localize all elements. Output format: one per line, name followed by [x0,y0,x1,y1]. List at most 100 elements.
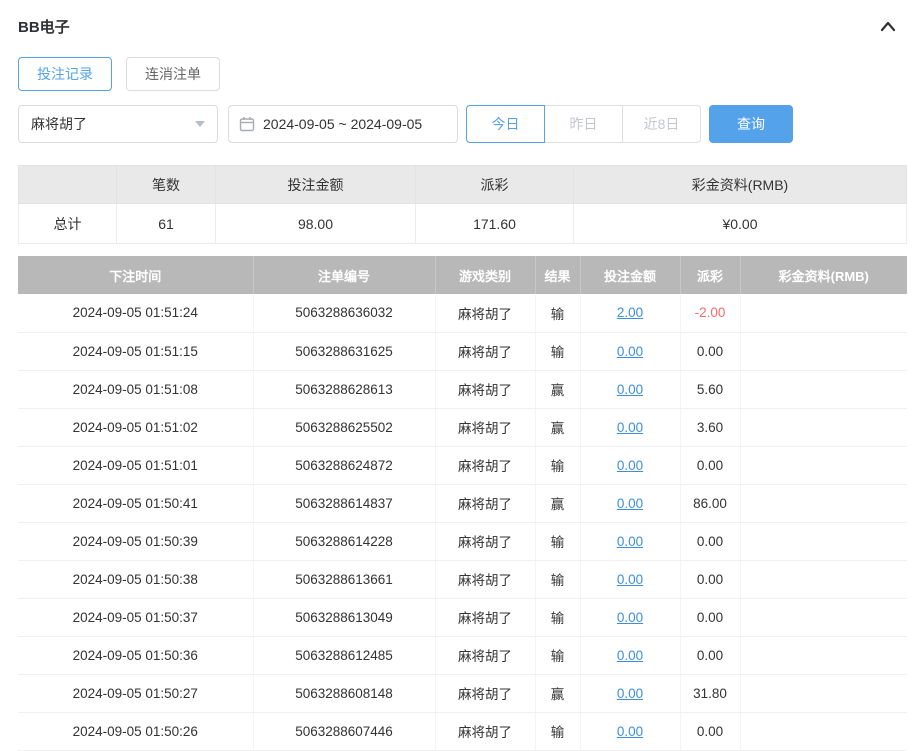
table-row: 2024-09-05 01:50:36 5063288612485 麻将胡了 输… [18,636,907,675]
game-select[interactable]: 麻将胡了 [18,105,218,143]
result-cell: 输 [535,560,581,599]
bonus-cell [740,484,907,523]
quick-filter-last8days[interactable]: 近8日 [622,105,701,143]
bet-amount-link[interactable]: 0.00 [617,420,643,435]
game-type-cell: 麻将胡了 [435,408,536,447]
payout-cell: 0.00 [680,598,741,637]
result-cell: 输 [535,294,581,333]
bet-amount-link[interactable]: 0.00 [617,534,643,549]
bet-amount-link[interactable]: 0.00 [617,724,643,739]
bonus-cell [740,674,907,713]
bet-amount-link[interactable]: 0.00 [617,610,643,625]
bet-amount-link[interactable]: 0.00 [617,686,643,701]
bet-amount-cell: 0.00 [580,332,681,371]
bet-table-header-row: 下注时间 注单编号 游戏类别 结果 投注金额 派彩 彩金资料(RMB) [18,256,907,294]
result-cell: 输 [535,598,581,637]
tab-bet-records[interactable]: 投注记录 [18,57,112,91]
game-type-cell: 麻将胡了 [435,332,536,371]
payout-cell: 0.00 [680,446,741,485]
bet-time-cell: 2024-09-05 01:50:39 [18,522,254,561]
table-row: 2024-09-05 01:51:02 5063288625502 麻将胡了 赢… [18,408,907,447]
bet-amount-cell: 2.00 [580,294,681,333]
bet-amount-cell: 0.00 [580,712,681,751]
bet-amount-link[interactable]: 0.00 [617,648,643,663]
bet-amount-link[interactable]: 0.00 [617,382,643,397]
quick-filter-today[interactable]: 今日 [466,105,545,143]
bet-time-cell: 2024-09-05 01:51:08 [18,370,254,409]
table-row: 2024-09-05 01:51:24 5063288636032 麻将胡了 输… [18,294,907,333]
bb-electronics-panel: BB电子 投注记录 连消注单 麻将胡了 2024-09-05 ~ 2024-09… [0,0,915,751]
order-id-cell: 5063288614837 [253,484,436,523]
bet-amount-link[interactable]: 0.00 [617,344,643,359]
result-cell: 赢 [535,408,581,447]
search-button[interactable]: 查询 [709,105,793,143]
summary-header-payout: 派彩 [415,165,574,204]
bet-amount-cell: 0.00 [580,408,681,447]
game-type-cell: 麻将胡了 [435,370,536,409]
bet-amount-cell: 0.00 [580,446,681,485]
bonus-cell [740,598,907,637]
bet-time-cell: 2024-09-05 01:50:41 [18,484,254,523]
game-type-cell: 麻将胡了 [435,636,536,675]
bet-time-cell: 2024-09-05 01:50:37 [18,598,254,637]
payout-cell: 3.60 [680,408,741,447]
date-range-picker[interactable]: 2024-09-05 ~ 2024-09-05 [228,105,458,143]
order-id-cell: 5063288628613 [253,370,436,409]
table-row: 2024-09-05 01:51:15 5063288631625 麻将胡了 输… [18,332,907,371]
bet-amount-link[interactable]: 2.00 [617,305,643,320]
payout-cell: 5.60 [680,370,741,409]
payout-cell: 31.80 [680,674,741,713]
bet-time-cell: 2024-09-05 01:51:01 [18,446,254,485]
bonus-cell [740,522,907,561]
order-id-cell: 5063288624872 [253,446,436,485]
bet-table: 下注时间 注单编号 游戏类别 结果 投注金额 派彩 彩金资料(RMB) 2024… [18,256,907,751]
bet-amount-link[interactable]: 0.00 [617,572,643,587]
game-type-cell: 麻将胡了 [435,522,536,561]
order-id-cell: 5063288607446 [253,712,436,751]
collapse-button[interactable] [879,18,897,36]
payout-cell: 86.00 [680,484,741,523]
quick-filter-yesterday[interactable]: 昨日 [544,105,623,143]
header-game-type: 游戏类别 [435,256,536,294]
payout-cell: -2.00 [680,294,741,333]
bet-amount-link[interactable]: 0.00 [617,458,643,473]
result-cell: 赢 [535,674,581,713]
chevron-up-icon [880,21,896,31]
game-type-cell: 麻将胡了 [435,560,536,599]
chevron-down-icon [195,121,205,127]
order-id-cell: 5063288608148 [253,674,436,713]
result-cell: 赢 [535,370,581,409]
game-select-value: 麻将胡了 [31,116,87,132]
header-result: 结果 [535,256,581,294]
bet-amount-cell: 0.00 [580,636,681,675]
bonus-cell [740,712,907,751]
bet-table-body: 2024-09-05 01:51:24 5063288636032 麻将胡了 输… [18,294,907,751]
table-row: 2024-09-05 01:50:27 5063288608148 麻将胡了 赢… [18,674,907,713]
bonus-cell [740,408,907,447]
payout-cell: 0.00 [680,522,741,561]
result-cell: 输 [535,332,581,371]
calendar-icon [239,117,255,132]
summary-header-bonus: 彩金资料(RMB) [573,165,907,204]
filter-row: 麻将胡了 2024-09-05 ~ 2024-09-05 今日 昨日 近8日 查… [18,105,907,143]
bet-amount-cell: 0.00 [580,484,681,523]
bet-amount-link[interactable]: 0.00 [617,496,643,511]
game-type-cell: 麻将胡了 [435,598,536,637]
bet-amount-cell: 0.00 [580,560,681,599]
table-row: 2024-09-05 01:50:39 5063288614228 麻将胡了 输… [18,522,907,561]
table-row: 2024-09-05 01:51:08 5063288628613 麻将胡了 赢… [18,370,907,409]
tab-cancelled-orders[interactable]: 连消注单 [126,57,220,91]
bet-amount-cell: 0.00 [580,370,681,409]
bonus-cell [740,446,907,485]
bet-time-cell: 2024-09-05 01:50:36 [18,636,254,675]
bet-time-cell: 2024-09-05 01:51:24 [18,294,254,333]
payout-cell: 0.00 [680,332,741,371]
bet-amount-cell: 0.00 [580,522,681,561]
payout-cell: 0.00 [680,560,741,599]
header-order-id: 注单编号 [253,256,436,294]
quick-filter-group: 今日 昨日 近8日 [466,105,701,143]
header-bet-amount: 投注金额 [580,256,681,294]
summary-total-bet-amount: 98.00 [215,203,416,244]
result-cell: 输 [535,712,581,751]
panel-header: BB电子 [18,12,907,37]
